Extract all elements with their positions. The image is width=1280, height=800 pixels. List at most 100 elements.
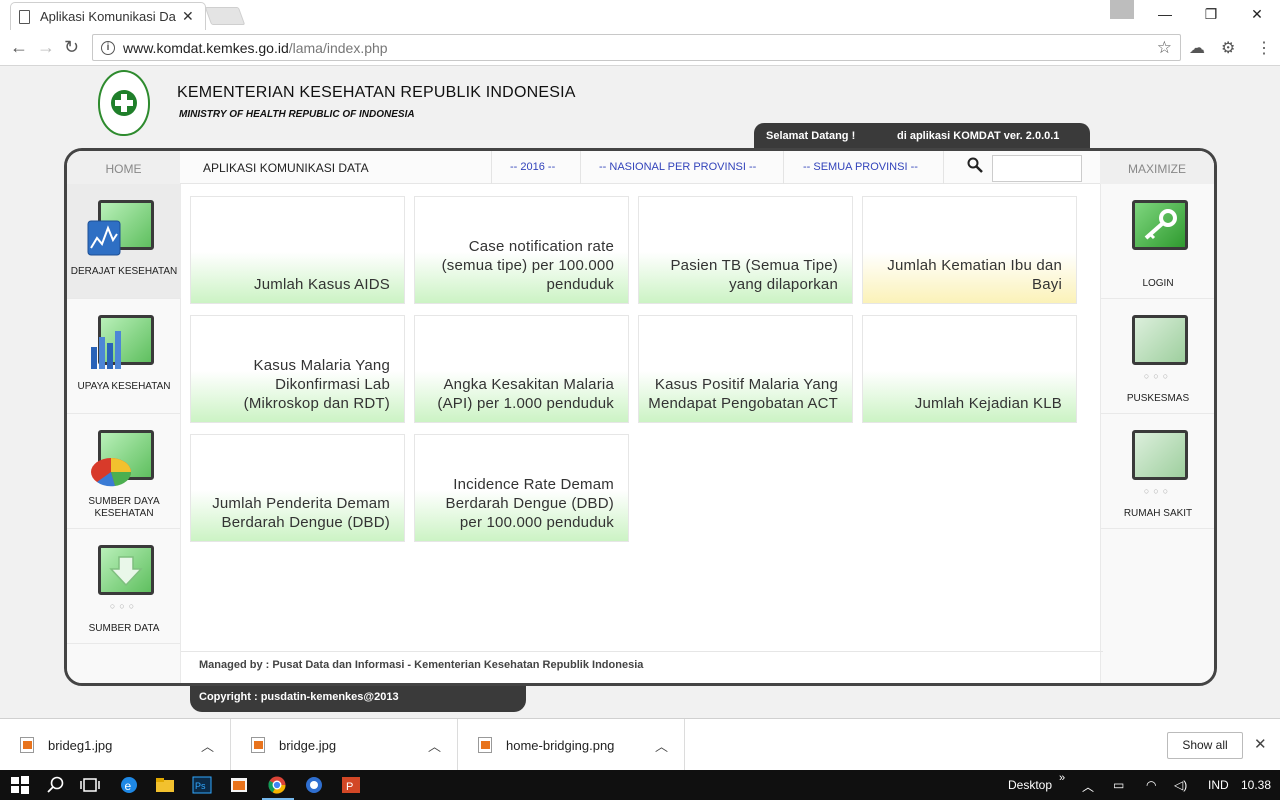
minimize-button[interactable]: —: [1142, 6, 1188, 22]
extension-icon[interactable]: ⚙: [1221, 38, 1235, 58]
search-icon[interactable]: [967, 157, 983, 173]
chevron-up-icon[interactable]: ︿: [428, 736, 441, 755]
menu-label: RUMAH SAKIT: [1123, 508, 1193, 519]
close-window-button[interactable]: ✕: [1234, 6, 1280, 23]
menu-puskesmas[interactable]: ○○○ PUSKESMAS: [1101, 299, 1214, 414]
download-filename: bridge.jpg: [279, 737, 337, 753]
monitor-icon: [1132, 430, 1188, 480]
back-icon[interactable]: ←: [10, 37, 28, 58]
card-api-malaria[interactable]: Angka Kesakitan Malaria (API) per 1.000 …: [414, 315, 629, 423]
tab-close-icon[interactable]: ✕: [182, 8, 194, 25]
desktop-toolbar[interactable]: Desktop: [1008, 778, 1052, 792]
card-text: Jumlah Kasus AIDS: [254, 276, 390, 293]
card-pasien-tb[interactable]: Pasien TB (Semua Tipe) yang dilaporkan: [638, 196, 853, 304]
tab-title: Aplikasi Komunikasi Data: [40, 9, 176, 24]
managed-by: Managed by : Pusat Data dan Informasi - …: [199, 659, 644, 671]
forward-icon[interactable]: →: [37, 37, 55, 58]
search-input[interactable]: [992, 155, 1082, 182]
close-shelf-icon[interactable]: ✕: [1254, 735, 1267, 753]
app-icon[interactable]: [304, 775, 324, 795]
left-menu: DERAJAT KESEHATAN UPAYA KESEHATAN SUMBER…: [67, 184, 181, 683]
card-text: Incidence Rate Demam Berdarah Dengue (DB…: [445, 476, 614, 531]
card-text: Jumlah Penderita Demam Berdarah Dengue (…: [212, 495, 390, 531]
menu-label: LOGIN: [1142, 278, 1174, 289]
browser-toolbar: ← → ↻ i www.komdat.kemkes.go.id/lama/ind…: [0, 30, 1280, 66]
powerpoint-icon[interactable]: P: [341, 775, 361, 795]
page-content: KEMENTERIAN KESEHATAN REPUBLIK INDONESIA…: [0, 67, 1280, 718]
language-indicator[interactable]: IND: [1208, 778, 1229, 792]
task-view-icon[interactable]: [80, 775, 100, 795]
info-icon[interactable]: i: [101, 40, 115, 55]
download-item[interactable]: brideg1.jpg ︿: [0, 719, 231, 771]
menu-label: PUSKESMAS: [1126, 393, 1190, 404]
menu-sumber-daya-kesehatan[interactable]: SUMBER DAYA KESEHATAN: [67, 414, 181, 529]
svg-text:Ps: Ps: [195, 781, 206, 791]
card-kematian-ibu-bayi[interactable]: Jumlah Kematian Ibu dan Bayi: [862, 196, 1077, 304]
download-filename: home-bridging.png: [506, 737, 615, 753]
bookmark-star-icon[interactable]: ☆: [1157, 38, 1172, 58]
show-all-button[interactable]: Show all: [1167, 732, 1243, 759]
key-icon: [1144, 209, 1177, 240]
volume-icon[interactable]: ◁): [1174, 778, 1187, 792]
footer-divider: [181, 651, 1103, 652]
new-tab-button[interactable]: [204, 7, 246, 25]
card-text: Case notification rate (semua tipe) per …: [441, 238, 614, 293]
clock[interactable]: 10.38: [1241, 778, 1271, 792]
chrome-icon[interactable]: [267, 775, 287, 795]
card-incidence-rate-dbd[interactable]: Incidence Rate Demam Berdarah Dengue (DB…: [414, 434, 629, 542]
chevron-up-icon[interactable]: ︿: [655, 736, 668, 755]
image-file-icon: [251, 737, 265, 753]
menu-icon[interactable]: ⋮: [1256, 38, 1272, 58]
card-malaria-act[interactable]: Kasus Positif Malaria Yang Mendapat Peng…: [638, 315, 853, 423]
menu-login[interactable]: LOGIN: [1101, 184, 1214, 299]
card-kasus-malaria-lab[interactable]: Kasus Malaria Yang Dikonfirmasi Lab (Mik…: [190, 315, 405, 423]
menu-label: SUMBER DATA: [88, 623, 160, 634]
province-select[interactable]: -- SEMUA PROVINSI --: [803, 161, 918, 173]
restore-button[interactable]: ❐: [1188, 6, 1234, 23]
photoshop-icon[interactable]: Ps: [192, 775, 212, 795]
chevron-up-icon[interactable]: ︿: [201, 736, 214, 755]
card-penderita-dbd[interactable]: Jumlah Penderita Demam Berdarah Dengue (…: [190, 434, 405, 542]
menu-upaya-kesehatan[interactable]: UPAYA KESEHATAN: [67, 299, 181, 414]
right-menu: LOGIN ○○○ PUSKESMAS ○○○ RUMAH SAKIT: [1100, 184, 1214, 683]
pie-chart-icon: [91, 458, 132, 487]
menu-rumah-sakit[interactable]: ○○○ RUMAH SAKIT: [1101, 414, 1214, 529]
download-item[interactable]: home-bridging.png ︿: [458, 719, 685, 771]
card-kasus-aids[interactable]: Jumlah Kasus AIDS: [190, 196, 405, 304]
menu-derajat-kesehatan[interactable]: DERAJAT KESEHATAN: [67, 184, 181, 299]
home-link[interactable]: HOME: [67, 151, 180, 184]
maximize-button[interactable]: MAXIMIZE: [1100, 151, 1214, 184]
url-path: /lama/index.php: [288, 39, 388, 56]
scope-select[interactable]: -- NASIONAL PER PROVINSI --: [599, 161, 756, 173]
tray-chevron-icon[interactable]: ︿: [1082, 778, 1094, 795]
top-nav: HOME APLIKASI KOMUNIKASI DATA -- 2016 --…: [67, 151, 1214, 184]
edge-browser-icon[interactable]: e: [119, 775, 139, 795]
app-version: di aplikasi KOMDAT ver. 2.0.0.1: [897, 130, 1060, 142]
window-controls: — ❐ ✕: [1142, 0, 1280, 28]
year-select[interactable]: -- 2016 --: [510, 161, 555, 173]
search-icon[interactable]: [46, 775, 66, 795]
svg-text:P: P: [346, 781, 353, 793]
windows-taskbar: e Ps P Desktop » ︿ ▭ ◠ ◁) IND 10.38: [0, 770, 1280, 800]
download-arrow-icon: [109, 556, 143, 587]
toolbar-expand-icon[interactable]: »: [1059, 772, 1065, 784]
user-profile-icon[interactable]: [1110, 0, 1134, 19]
card-text: Kasus Positif Malaria Yang Mendapat Peng…: [648, 376, 838, 412]
menu-sumber-data[interactable]: ○○○ SUMBER DATA: [67, 529, 181, 644]
wifi-icon[interactable]: ◠: [1146, 778, 1156, 792]
menu-label: DERAJAT KESEHATAN: [70, 266, 178, 277]
reload-icon[interactable]: ↻: [64, 37, 79, 58]
cast-icon[interactable]: ☁: [1189, 38, 1205, 58]
battery-icon[interactable]: ▭: [1113, 778, 1124, 792]
file-explorer-icon[interactable]: [155, 775, 175, 795]
browser-tab[interactable]: Aplikasi Komunikasi Data ✕: [10, 2, 206, 30]
card-kejadian-klb[interactable]: Jumlah Kejadian KLB: [862, 315, 1077, 423]
address-bar[interactable]: i www.komdat.kemkes.go.id/lama/index.php…: [92, 34, 1181, 61]
card-case-notification-rate[interactable]: Case notification rate (semua tipe) per …: [414, 196, 629, 304]
download-item[interactable]: bridge.jpg ︿: [231, 719, 458, 771]
welcome-bar: Selamat Datang ! di aplikasi KOMDAT ver.…: [754, 123, 1090, 149]
loading-dots: ○○○: [1143, 486, 1173, 496]
windows-start-icon[interactable]: [10, 775, 30, 795]
menu-label: SUMBER DAYA KESEHATAN: [88, 496, 160, 519]
image-viewer-icon[interactable]: [229, 775, 249, 795]
